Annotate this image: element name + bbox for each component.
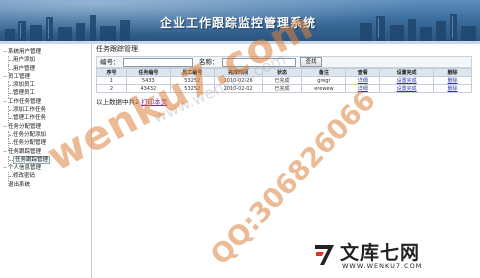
sidebar-item[interactable]: −任务分配管理 — [0, 123, 91, 131]
sidebar-item-label: 添加员工 — [13, 82, 36, 89]
column-header: 删除 — [433, 68, 472, 77]
table-footer: 以上数据中共2 打印本页 — [96, 96, 167, 106]
column-header: 员工编号 — [169, 68, 215, 77]
set-complete-link[interactable]: 设置完成 — [397, 78, 417, 84]
tree-connector — [8, 81, 13, 90]
table-cell: 53252 — [169, 84, 215, 93]
table-cell: 已完成 — [261, 84, 303, 93]
tree-connector — [8, 64, 13, 73]
sidebar-item-label: 修改密码 — [13, 173, 36, 180]
sidebar-item[interactable]: 任务跟踪管理 — [0, 155, 91, 165]
sidebar-item-label: 任务分配管理 — [8, 123, 42, 130]
sidebar-item-label: 任务跟踪管理 — [13, 155, 51, 164]
table-cell: 设置完成 — [379, 76, 435, 85]
sidebar-item[interactable]: −工作任务管理 — [0, 98, 91, 106]
sidebar-item[interactable]: 添加员工 — [0, 81, 91, 90]
sidebar-item-label: 管理工作任务 — [13, 115, 47, 122]
column-header: 查看 — [345, 68, 381, 77]
table-cell: 详细 — [345, 84, 381, 93]
task-name-input[interactable] — [222, 58, 296, 67]
sidebar-item[interactable]: 退出系统 — [0, 181, 91, 189]
tree-connector — [8, 139, 13, 148]
site-logo: 文库七网 WWW.WENKU7.COM — [312, 238, 476, 274]
tree-connector — [8, 130, 13, 140]
print-page-link[interactable]: 打印本页 — [141, 98, 167, 106]
table-cell: 1 — [96, 76, 127, 85]
table-header-row: 序号 任务编号 员工编号 完成时间 状态 备注 查看 设置完成 删除 — [96, 68, 472, 77]
tree-connector — [8, 89, 13, 98]
sidebar-item-label: 个人信息管理 — [8, 165, 42, 172]
sidebar-item[interactable]: −系统用户管理 — [0, 48, 91, 56]
sidebar-item-label: 添加工作任务 — [13, 107, 47, 114]
column-header: 状态 — [261, 68, 303, 77]
task-name-label: 名称： — [199, 58, 219, 66]
table-cell: 删除 — [433, 76, 472, 85]
app-root: 企业工作跟踪监控管理系统 −系统用户管理 用户添加 用户管理 −员工管理 添加员工 管理员… — [0, 0, 480, 278]
column-header: 备注 — [301, 68, 347, 77]
sidebar-item-label: 系统用户管理 — [8, 49, 42, 55]
app-title: 企业工作跟踪监控管理系统 — [160, 16, 317, 30]
sidebar-item[interactable]: 管理员工 — [0, 89, 91, 98]
table-cell: 已完成 — [261, 76, 303, 85]
table-cell: 2010-02-26 — [213, 76, 263, 85]
sidebar-item-label: 用户管理 — [13, 65, 36, 72]
column-header: 完成时间 — [213, 68, 263, 77]
sidebar-nav: −系统用户管理 用户添加 用户管理 −员工管理 添加员工 管理员工 −工作任务管理 添加工作任… — [0, 44, 92, 278]
logo-text: 文库七网 — [340, 242, 421, 264]
table-cell: 2 — [96, 84, 127, 93]
table-cell: 删除 — [433, 84, 472, 93]
sidebar-item-label: 管理员工 — [13, 90, 36, 97]
sidebar-item[interactable]: 修改密码 — [0, 172, 91, 181]
sidebar-item-label: 任务跟踪管理 — [8, 148, 42, 155]
table-row: 2 43432 53252 2010-02-02 已完成 erewew 详细 设置完成 删除 — [96, 84, 472, 93]
logo-mark-icon — [315, 245, 334, 265]
tree-connector — [8, 106, 13, 115]
sidebar-item-label: 退出系统 — [8, 181, 31, 188]
task-table: 序号 任务编号 员工编号 完成时间 状态 备注 查看 设置完成 删除 1 5433 53252 201… — [96, 68, 472, 93]
search-button[interactable]: 查找 — [300, 57, 322, 67]
sidebar-item-label: 员工管理 — [8, 73, 31, 80]
sidebar-item[interactable]: 管理工作任务 — [0, 114, 91, 123]
sidebar-item-label: 任务分配添加 — [13, 131, 47, 138]
table-cell: erewew — [301, 84, 347, 93]
delete-link[interactable]: 删除 — [448, 86, 458, 92]
view-detail-link[interactable]: 详细 — [358, 78, 368, 84]
tree-connector — [8, 114, 13, 123]
sidebar-item[interactable]: 用户添加 — [0, 56, 91, 65]
logo-url: WWW.WENKU7.COM — [342, 262, 423, 270]
table-cell: 2010-02-02 — [213, 84, 263, 93]
table-cell: 53252 — [169, 76, 215, 85]
column-header: 任务编号 — [125, 68, 171, 77]
tree-connector — [8, 155, 13, 165]
set-complete-link[interactable]: 设置完成 — [397, 86, 417, 92]
table-row: 1 5433 53252 2010-02-26 已完成 gregr 详细 设置完成 删除 — [96, 76, 472, 85]
record-count-text: 以上数据中共2 — [96, 98, 140, 106]
column-header: 序号 — [96, 68, 127, 77]
view-detail-link[interactable]: 详细 — [358, 86, 368, 92]
table-cell: gregr — [301, 76, 347, 85]
sidebar-item-label: 任务分配管理 — [13, 140, 47, 147]
sidebar-item[interactable]: −任务跟踪管理 — [0, 148, 91, 156]
header-banner: 企业工作跟踪监控管理系统 — [0, 0, 480, 41]
table-cell: 43432 — [125, 84, 171, 93]
tree-connector — [8, 56, 13, 65]
sidebar-item[interactable]: 任务分配管理 — [0, 139, 91, 148]
sidebar-item[interactable]: 用户管理 — [0, 64, 91, 73]
sidebar-item[interactable]: 添加工作任务 — [0, 106, 91, 115]
section-title: 任务跟踪管理 — [96, 45, 138, 53]
column-header: 设置完成 — [379, 68, 435, 77]
sidebar-item[interactable]: −个人信息管理 — [0, 164, 91, 172]
sidebar-item-label: 用户添加 — [13, 57, 36, 64]
task-no-label: 编号： — [100, 58, 120, 66]
search-bar: 编号： 名称： 查找 — [96, 56, 472, 68]
tree-connector — [8, 172, 13, 181]
table-cell: 设置完成 — [379, 84, 435, 93]
table-cell: 5433 — [125, 76, 171, 85]
task-no-input[interactable] — [123, 58, 193, 67]
sidebar-item[interactable]: −员工管理 — [0, 73, 91, 81]
sidebar-item-label: 工作任务管理 — [8, 98, 42, 105]
delete-link[interactable]: 删除 — [448, 78, 458, 84]
table-cell: 详细 — [345, 76, 381, 85]
sidebar-item[interactable]: 任务分配添加 — [0, 130, 91, 140]
